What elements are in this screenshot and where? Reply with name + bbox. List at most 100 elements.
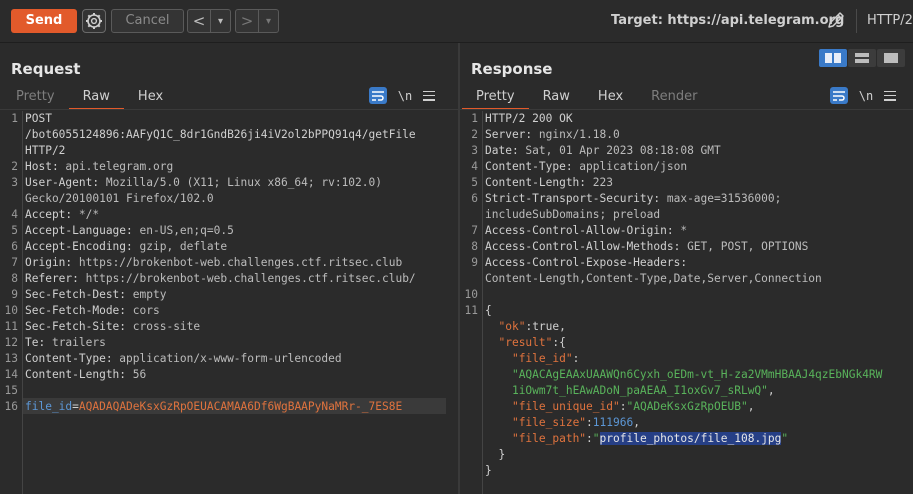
json-close-outer: } — [485, 464, 492, 477]
response-wrap-toggle[interactable] — [830, 87, 848, 104]
line-number: 4 — [471, 160, 478, 173]
back-button[interactable]: < — [188, 10, 210, 32]
header-name: Strict-Transport-Security: — [485, 192, 661, 205]
request-body-line: file_id=AQADAQADeKsxGzRpOEUACAMAA6Df6WgB… — [25, 399, 402, 415]
selected-file-path[interactable]: profile_photos/file_108.jpg — [599, 432, 782, 445]
response-panel: Response Pretty Raw Hex Render \n 1 HTTP/… — [460, 43, 913, 494]
code-line: Sec-Fetch-Site: cross-site — [25, 319, 200, 335]
code-line: Sec-Fetch-Mode: cors — [25, 303, 160, 319]
code-line: Sec-Fetch-Dest: empty — [25, 287, 166, 303]
header-name: Content-Length: — [25, 368, 127, 381]
cancel-button[interactable]: Cancel — [111, 9, 184, 33]
code-line: Host: api.telegram.org — [25, 159, 173, 175]
line-number: 6 — [11, 240, 18, 253]
wrap-lines-icon — [372, 90, 384, 101]
json-string: "AQACAgEAAxUAAWQn6Cyxh_oEDm-vt_H-za2VMmH… — [511, 368, 883, 381]
json-string: " — [592, 432, 600, 445]
request-newline-toggle[interactable]: \n — [397, 89, 413, 103]
header-name: Accept-Encoding: — [25, 240, 133, 253]
back-history-dropdown[interactable]: ▾ — [211, 10, 230, 32]
code-line: includeSubDomains; preload — [485, 207, 660, 223]
line-number: 5 — [471, 176, 478, 189]
forward-history-dropdown[interactable]: ▾ — [259, 10, 278, 32]
header-value: max-age=31536000; — [660, 192, 782, 205]
header-value: Content-Length,Content-Type,Date,Server,… — [485, 272, 822, 285]
header-name: Referer: — [25, 272, 79, 285]
json-close-inner: } — [485, 447, 505, 463]
code-line: Strict-Transport-Security: max-age=31536… — [485, 191, 781, 207]
header-name: Access-Control-Allow-Origin: — [485, 224, 674, 237]
header-value: application/json — [572, 160, 688, 173]
line-number: 10 — [4, 304, 18, 317]
line-number: 1 — [471, 112, 478, 125]
header-name: Content-Length: — [485, 176, 587, 189]
header-value: application/x-www-form-urlencoded — [112, 352, 342, 365]
header-name: Access-Control-Expose-Headers: — [485, 256, 688, 269]
code-line: Content-Type: application/json — [485, 159, 687, 175]
header-value: nginx/1.18.0 — [532, 128, 620, 141]
code-line: Referer: https://brokenbot-web.challenge… — [25, 271, 416, 287]
line-number: 13 — [4, 352, 18, 365]
header-name: Accept-Language: — [25, 224, 133, 237]
header-name: Access-Control-Allow-Methods: — [485, 240, 681, 253]
json-number: 111966 — [592, 416, 634, 429]
header-name: Sec-Fetch-Dest: — [25, 288, 127, 301]
json-file-id-line: "file_id": — [511, 352, 580, 365]
body-param-name: file_id — [25, 400, 73, 413]
json-key: "ok" — [498, 320, 526, 333]
settings-button[interactable] — [82, 9, 106, 33]
request-tab-hex[interactable]: Hex — [124, 88, 177, 108]
header-name: POST — [25, 112, 52, 125]
line-number: 15 — [4, 384, 18, 397]
json-string: 1iOwm7t_hEAwADoN_paAEAA_I1oxGv7_sRLwQ" — [511, 384, 768, 397]
edit-target-icon[interactable] — [826, 10, 846, 30]
request-tabs: Pretty Raw Hex — [2, 88, 177, 110]
header-name: Sec-Fetch-Mode: — [25, 304, 127, 317]
header-name: /bot6055124896:AAFyQ1C_8dr1GndB26ji4iV2o… — [25, 128, 416, 141]
line-number: 2 — [11, 160, 18, 173]
header-value: Sat, 01 Apr 2023 08:18:08 GMT — [518, 144, 721, 157]
response-tab-raw[interactable]: Raw — [529, 88, 584, 108]
response-title: Response — [471, 60, 553, 78]
header-name: Date: — [485, 144, 519, 157]
request-tab-pretty[interactable]: Pretty — [2, 88, 69, 108]
json-file-path-line: "file_path":"profile_photos/file_108.jpg… — [511, 432, 789, 445]
header-value: */* — [72, 208, 100, 221]
header-value: Mozilla/5.0 (X11; Linux x86_64; rv:102.0… — [99, 176, 382, 189]
response-tab-pretty[interactable]: Pretty — [462, 88, 529, 110]
code-line: Origin: https://brokenbot-web.challenges… — [25, 255, 402, 271]
line-number: 7 — [11, 256, 18, 269]
request-menu-icon[interactable] — [423, 90, 435, 101]
json-key: "file_unique_id" — [511, 400, 620, 413]
header-name: Origin: — [25, 256, 73, 269]
code-line: Server: nginx/1.18.0 — [485, 127, 620, 143]
gear-icon — [86, 13, 102, 29]
json-string: "AQADeKsxGzRpOEUB" — [626, 400, 748, 413]
body-param-value: AQADAQADeKsxGzRpOEUACAMAA6Df6WgBAAPyNaMR… — [78, 400, 403, 413]
json-open-brace: { — [485, 304, 492, 317]
send-button[interactable]: Send — [11, 9, 77, 33]
response-menu-icon[interactable] — [884, 90, 896, 101]
response-tab-hex[interactable]: Hex — [584, 88, 637, 108]
header-name: HTTP/2 200 OK — [485, 112, 573, 125]
line-number: 14 — [4, 368, 18, 381]
forward-nav-group: > ▾ — [235, 9, 279, 33]
json-file-id-value-2: 1iOwm7t_hEAwADoN_paAEAA_I1oxGv7_sRLwQ", — [511, 384, 775, 397]
response-tab-render[interactable]: Render — [637, 88, 711, 108]
code-line: Gecko/20100101 Firefox/102.0 — [25, 191, 214, 207]
http-version-label[interactable]: HTTP/2 — [867, 13, 913, 28]
code-line: POST — [25, 111, 52, 127]
header-value: https://brokenbot-web.challenges.ctf.rit… — [78, 272, 416, 285]
code-line: Content-Length: 223 — [485, 175, 613, 191]
line-number: 10 — [464, 288, 478, 301]
toolbar: Send Cancel < ▾ > ▾ Target: https://api.… — [0, 0, 913, 43]
response-newline-toggle[interactable]: \n — [858, 89, 874, 103]
json-key: "result" — [498, 336, 553, 349]
request-tab-raw[interactable]: Raw — [68, 88, 125, 110]
header-value: empty — [126, 288, 167, 301]
request-wrap-toggle[interactable] — [369, 87, 387, 104]
forward-button[interactable]: > — [236, 10, 258, 32]
line-number: 3 — [471, 144, 478, 157]
code-line: Accept-Language: en-US,en;q=0.5 — [25, 223, 234, 239]
header-name: User-Agent: — [25, 176, 100, 189]
